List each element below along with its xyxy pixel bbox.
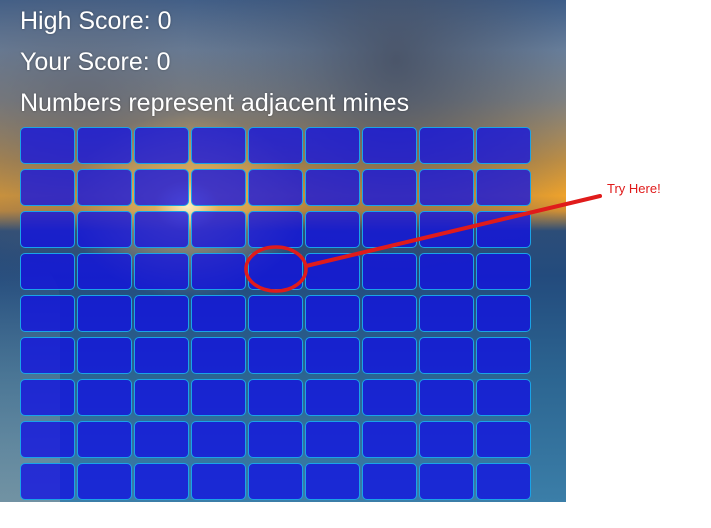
grid-cell[interactable] (419, 421, 474, 458)
grid-cell[interactable] (20, 295, 75, 332)
grid-cell[interactable] (305, 127, 360, 164)
your-score: Your Score: 0 (20, 48, 171, 77)
your-score-value: 0 (156, 48, 171, 76)
grid-cell[interactable] (476, 253, 531, 290)
grid-cell[interactable] (362, 421, 417, 458)
grid-cell[interactable] (77, 211, 132, 248)
grid-cell[interactable] (191, 253, 246, 290)
grid-cell[interactable] (419, 169, 474, 206)
grid-cell[interactable] (305, 463, 360, 500)
high-score: High Score: 0 (20, 7, 171, 36)
grid-cell[interactable] (20, 169, 75, 206)
grid-cell[interactable] (419, 379, 474, 416)
grid-cell[interactable] (476, 379, 531, 416)
grid-cell[interactable] (134, 211, 189, 248)
grid-cell[interactable] (191, 211, 246, 248)
high-score-label: High Score: (20, 7, 158, 35)
grid-cell[interactable] (20, 253, 75, 290)
grid-cell[interactable] (419, 211, 474, 248)
grid-cell[interactable] (476, 421, 531, 458)
grid-cell[interactable] (419, 127, 474, 164)
grid-cell[interactable] (134, 421, 189, 458)
hint-text: Numbers represent adjacent mines (20, 89, 410, 117)
grid-cell[interactable] (476, 295, 531, 332)
grid-cell[interactable] (134, 337, 189, 374)
grid-cell[interactable] (476, 169, 531, 206)
grid-cell[interactable] (362, 295, 417, 332)
grid-cell[interactable] (191, 169, 246, 206)
grid-cell[interactable] (476, 211, 531, 248)
grid-cell[interactable] (248, 337, 303, 374)
grid-cell[interactable] (248, 295, 303, 332)
grid-cell[interactable] (362, 211, 417, 248)
grid-cell[interactable] (248, 169, 303, 206)
grid-cell[interactable] (362, 253, 417, 290)
grid-cell[interactable] (134, 253, 189, 290)
grid-cell[interactable] (476, 463, 531, 500)
grid-cell[interactable] (305, 169, 360, 206)
grid-cell[interactable] (134, 169, 189, 206)
grid-cell[interactable] (191, 379, 246, 416)
grid-cell[interactable] (305, 253, 360, 290)
grid-cell[interactable] (191, 295, 246, 332)
grid-cell[interactable] (362, 463, 417, 500)
grid-cell[interactable] (77, 127, 132, 164)
grid-cell[interactable] (77, 337, 132, 374)
grid-cell[interactable] (77, 379, 132, 416)
grid-cell[interactable] (248, 253, 303, 290)
your-score-label: Your Score: (20, 48, 157, 76)
grid-cell[interactable] (248, 127, 303, 164)
grid-cell[interactable] (77, 463, 132, 500)
try-here-label: Try Here! (607, 181, 661, 196)
grid-cell[interactable] (20, 379, 75, 416)
grid-cell[interactable] (77, 421, 132, 458)
grid-cell[interactable] (134, 463, 189, 500)
grid-cell[interactable] (248, 379, 303, 416)
grid-cell[interactable] (476, 127, 531, 164)
game-panel: High Score: 0 Your Score: 0 Numbers repr… (0, 0, 566, 502)
grid-cell[interactable] (191, 337, 246, 374)
grid-cell[interactable] (419, 253, 474, 290)
grid-cell[interactable] (20, 127, 75, 164)
grid-cell[interactable] (305, 295, 360, 332)
grid-cell[interactable] (362, 337, 417, 374)
grid-cell[interactable] (305, 337, 360, 374)
grid-cell[interactable] (77, 295, 132, 332)
grid-cell[interactable] (191, 463, 246, 500)
grid-cell[interactable] (419, 337, 474, 374)
grid-cell[interactable] (248, 421, 303, 458)
grid-cell[interactable] (305, 421, 360, 458)
grid-cell[interactable] (362, 379, 417, 416)
grid-cell[interactable] (305, 379, 360, 416)
grid-cell[interactable] (20, 337, 75, 374)
grid-cell[interactable] (20, 421, 75, 458)
grid-cell[interactable] (362, 127, 417, 164)
grid-cell[interactable] (134, 295, 189, 332)
grid-cell[interactable] (134, 127, 189, 164)
grid-cell[interactable] (134, 379, 189, 416)
minesweeper-grid (20, 127, 531, 500)
grid-cell[interactable] (20, 211, 75, 248)
high-score-value: 0 (157, 7, 172, 35)
grid-cell[interactable] (248, 211, 303, 248)
grid-cell[interactable] (248, 463, 303, 500)
grid-cell[interactable] (305, 211, 360, 248)
grid-cell[interactable] (191, 127, 246, 164)
grid-cell[interactable] (77, 169, 132, 206)
grid-cell[interactable] (191, 421, 246, 458)
grid-cell[interactable] (362, 169, 417, 206)
grid-cell[interactable] (419, 295, 474, 332)
grid-cell[interactable] (419, 463, 474, 500)
grid-cell[interactable] (476, 337, 531, 374)
grid-cell[interactable] (20, 463, 75, 500)
grid-cell[interactable] (77, 253, 132, 290)
